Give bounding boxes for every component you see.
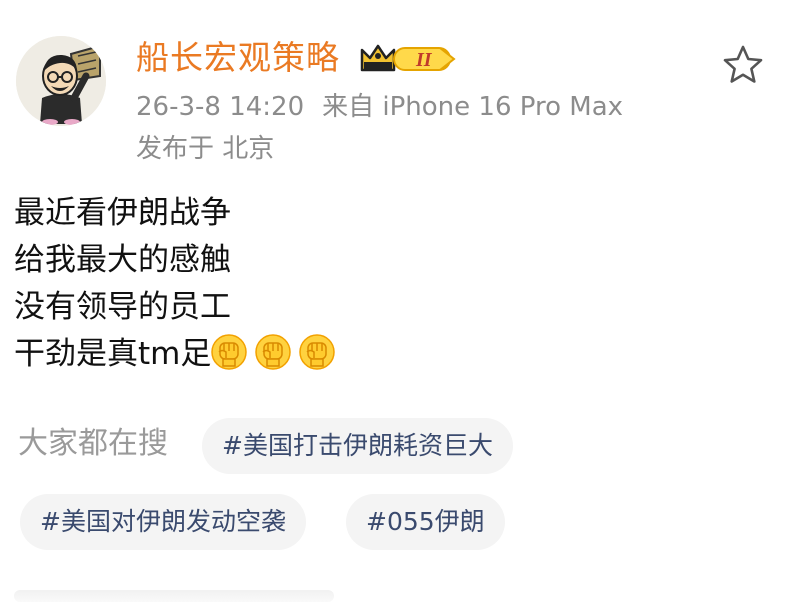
post-line: 干劲是真tm足 <box>14 336 212 372</box>
star-icon[interactable] <box>722 44 764 86</box>
svg-text:II: II <box>415 49 433 71</box>
crown-badge-icon[interactable]: II <box>360 40 456 76</box>
post-line: 没有领导的员工 <box>14 289 231 325</box>
post-time: 26-3-8 14:20 <box>136 92 305 122</box>
post-meta: 26-3-8 14:20 来自 iPhone 16 Pro Max <box>136 88 641 126</box>
topic-chip[interactable]: #055伊朗 <box>346 494 505 550</box>
cartoon-avatar-icon <box>16 36 106 126</box>
post-location: 发布于 北京 <box>136 134 275 164</box>
trending-search-label: 大家都在搜 <box>18 426 168 461</box>
post-line: 最近看伊朗战争 <box>14 195 231 231</box>
raised-fist-icon <box>299 334 336 370</box>
cut-off-content <box>14 590 334 602</box>
post-source: 来自 iPhone 16 Pro Max <box>322 92 624 122</box>
post-line-with-emoji: 干劲是真tm足 <box>14 331 343 378</box>
username[interactable]: 船长宏观策略 <box>136 34 340 82</box>
post-line: 给我最大的感触 <box>14 242 231 278</box>
avatar[interactable] <box>16 36 106 126</box>
topic-chip[interactable]: #美国打击伊朗耗资巨大 <box>202 418 513 474</box>
post-body: 最近看伊朗战争 给我最大的感触 没有领导的员工 干劲是真tm足 <box>14 190 343 378</box>
raised-fist-icon <box>255 334 292 370</box>
topic-chip[interactable]: #美国对伊朗发动空袭 <box>20 494 306 550</box>
raised-fist-icon <box>211 334 248 370</box>
